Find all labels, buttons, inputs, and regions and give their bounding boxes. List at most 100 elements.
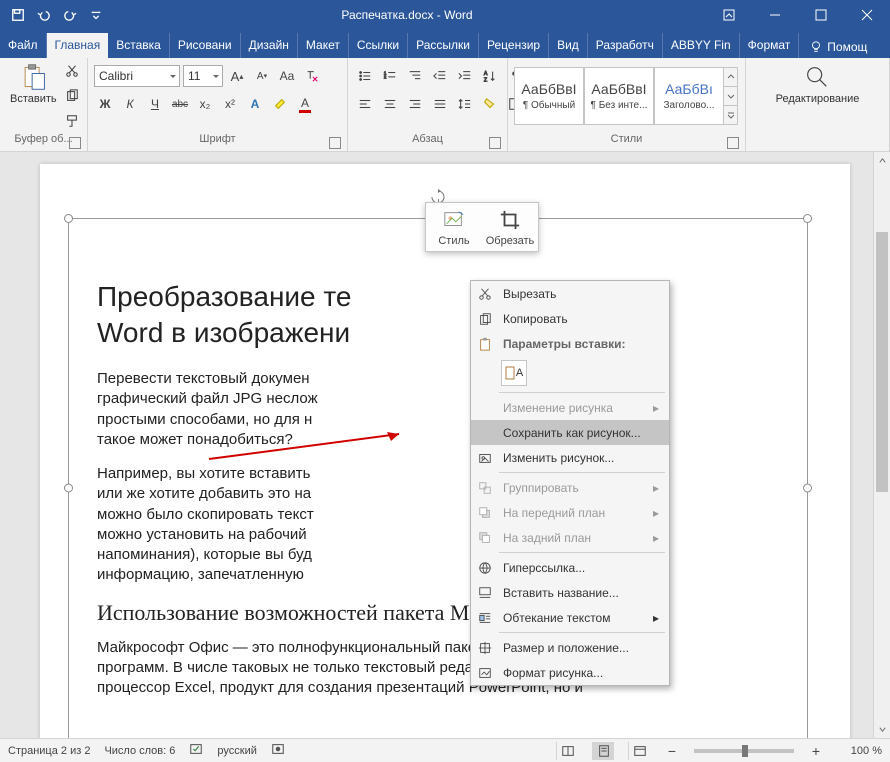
ribbon: Вставить Буфер об... Calibri 11 A▴ A▾ Aa… [0, 58, 890, 152]
shrink-font-icon[interactable]: A▾ [251, 65, 273, 87]
line-spacing-icon[interactable] [454, 93, 476, 115]
font-dialog-launcher[interactable] [329, 137, 341, 149]
bring-front-icon [475, 503, 495, 523]
crop-button[interactable]: Обрезать [482, 203, 538, 251]
bullets-icon[interactable] [354, 65, 376, 87]
tell-me[interactable]: Помощ [799, 36, 877, 58]
superscript-button[interactable]: x² [219, 93, 241, 115]
status-language[interactable]: русский [217, 745, 256, 757]
scroll-down-arrow[interactable] [874, 721, 890, 738]
ctx-format-picture[interactable]: Формат рисунка... [471, 660, 669, 685]
highlight-icon[interactable] [269, 93, 291, 115]
maximize-button[interactable] [798, 0, 844, 30]
selected-image-frame[interactable]: Преобразование текстового документа MS W… [68, 218, 808, 738]
ctx-edit-picture[interactable]: Изменить рисунок... [471, 445, 669, 470]
numbering-icon[interactable]: 12 [379, 65, 401, 87]
bold-button[interactable]: Ж [94, 93, 116, 115]
shading-icon[interactable] [479, 93, 501, 115]
ribbon-display-options[interactable] [706, 0, 752, 30]
tab-layout[interactable]: Макет [298, 33, 349, 58]
status-word-count[interactable]: Число слов: 6 [104, 745, 175, 757]
font-size-combo[interactable]: 11 [183, 65, 223, 87]
style-heading[interactable]: АаБбВıЗаголово... [654, 67, 724, 125]
tab-view[interactable]: Вид [549, 33, 588, 58]
read-mode-view[interactable] [556, 742, 578, 760]
redo-icon[interactable] [58, 3, 82, 27]
macro-record-icon[interactable] [271, 742, 285, 759]
multilevel-list-icon[interactable] [404, 65, 426, 87]
close-button[interactable] [844, 0, 890, 30]
ctx-size-position[interactable]: Размер и положение... [471, 635, 669, 660]
editing-button[interactable]: Редактирование [772, 61, 864, 107]
tab-references[interactable]: Ссылки [349, 33, 408, 58]
ctx-wrap-text[interactable]: Обтекание текстом▸ [471, 605, 669, 630]
ctx-cut[interactable]: Вырезать [471, 281, 669, 306]
web-layout-view[interactable] [628, 742, 650, 760]
tab-home[interactable]: Главная [47, 33, 109, 58]
tab-design[interactable]: Дизайн [241, 33, 298, 58]
font-color-icon[interactable]: A [294, 93, 316, 115]
clipboard-dialog-launcher[interactable] [69, 137, 81, 149]
ctx-hyperlink[interactable]: Гиперссылка... [471, 555, 669, 580]
cut-icon[interactable] [61, 61, 83, 82]
status-bar: Страница 2 из 2 Число слов: 6 русский − … [0, 738, 890, 762]
tab-file[interactable]: Файл [0, 33, 47, 58]
ribbon-tabs: Файл Главная Вставка Рисовани Дизайн Мак… [0, 30, 890, 58]
styles-gallery-more[interactable] [724, 67, 738, 125]
justify-icon[interactable] [429, 93, 451, 115]
style-normal[interactable]: АаБбВвI¶ Обычный [514, 67, 584, 125]
tab-draw[interactable]: Рисовани [170, 33, 241, 58]
change-case-icon[interactable]: Aa [276, 65, 298, 87]
tab-mailings[interactable]: Рассылки [408, 33, 479, 58]
picture-style-button[interactable]: Стиль [426, 203, 482, 251]
scroll-up-arrow[interactable] [874, 152, 890, 169]
qat-customize-icon[interactable] [84, 3, 108, 27]
style-no-spacing[interactable]: АаБбВвI¶ Без инте... [584, 67, 654, 125]
undo-icon[interactable] [32, 3, 56, 27]
status-page[interactable]: Страница 2 из 2 [8, 745, 90, 757]
doc-paragraph: Майкрософт Офис — это полнофункциональны… [97, 638, 779, 699]
subscript-button[interactable]: x₂ [194, 93, 216, 115]
scrollbar-thumb[interactable] [876, 232, 888, 492]
sort-icon[interactable]: AZ [479, 65, 501, 87]
tab-insert[interactable]: Вставка [108, 33, 170, 58]
ctx-insert-caption[interactable]: Вставить название... [471, 580, 669, 605]
grow-font-icon[interactable]: A▴ [226, 65, 248, 87]
font-name-combo[interactable]: Calibri [94, 65, 180, 87]
tab-developer[interactable]: Разработч [588, 33, 663, 58]
tab-format[interactable]: Формат [740, 33, 800, 58]
styles-dialog-launcher[interactable] [727, 137, 739, 149]
picture-style-label: Стиль [438, 235, 469, 247]
zoom-level[interactable]: 100 % [838, 745, 882, 757]
paste-button[interactable]: Вставить [6, 61, 61, 107]
zoom-slider[interactable] [694, 749, 794, 753]
align-center-icon[interactable] [379, 93, 401, 115]
align-right-icon[interactable] [404, 93, 426, 115]
text-effects-icon[interactable]: A [244, 93, 266, 115]
zoom-out-button[interactable]: − [664, 743, 680, 759]
image-mini-toolbar: Стиль Обрезать [425, 202, 539, 252]
tab-abbyy[interactable]: ABBYY Fin [663, 33, 740, 58]
minimize-button[interactable] [752, 0, 798, 30]
paste-keep-text-only[interactable]: A [501, 360, 527, 386]
doc-heading: Преобразование текстового документа MS W… [97, 279, 779, 351]
underline-button[interactable]: Ч [144, 93, 166, 115]
spellcheck-icon[interactable] [189, 742, 203, 759]
increase-indent-icon[interactable] [454, 65, 476, 87]
format-painter-icon[interactable] [61, 110, 83, 131]
vertical-scrollbar[interactable] [873, 152, 890, 738]
decrease-indent-icon[interactable] [429, 65, 451, 87]
ctx-copy[interactable]: Копировать [471, 306, 669, 331]
zoom-in-button[interactable]: + [808, 743, 824, 759]
strikethrough-button[interactable]: abc [169, 93, 191, 115]
clear-formatting-icon[interactable] [301, 65, 323, 87]
save-icon[interactable] [6, 3, 30, 27]
ctx-save-as-picture[interactable]: Сохранить как рисунок... [471, 420, 669, 445]
lightbulb-icon [809, 40, 823, 54]
paragraph-dialog-launcher[interactable] [489, 137, 501, 149]
italic-button[interactable]: К [119, 93, 141, 115]
align-left-icon[interactable] [354, 93, 376, 115]
copy-icon[interactable] [61, 86, 83, 107]
print-layout-view[interactable] [592, 742, 614, 760]
tab-review[interactable]: Рецензир [479, 33, 549, 58]
